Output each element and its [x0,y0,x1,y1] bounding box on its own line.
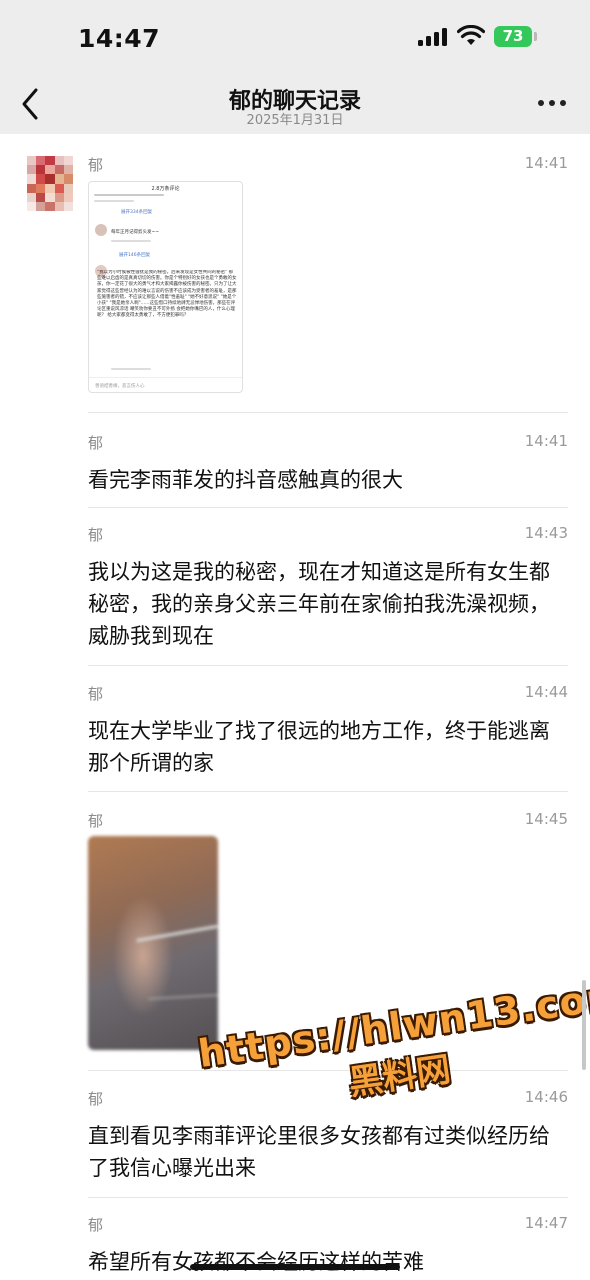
message-time: 14:43 [524,524,568,542]
divider [88,1197,568,1198]
sender-name: 郁 [88,812,104,830]
sender-name: 郁 [88,1216,104,1234]
scrollbar[interactable] [582,980,586,1070]
home-indicator[interactable] [190,1264,400,1270]
message-text: 直到看见李雨菲评论里很多女孩都有过类似经历给了我信心曝光出来 [88,1124,550,1180]
message-time: 14:47 [524,1214,568,1232]
message-text: 希望所有女孩都不会经历这样的苦难 [88,1250,424,1274]
message-header: 郁 14:41 [88,154,568,184]
status-time: 14:47 [78,24,161,53]
thumb-comment-1: 每年正月记得剪头发~~ [111,230,160,235]
thumb-expand-2: 展开146条回复 [119,253,151,258]
sender-name: 郁 [88,156,104,174]
message-time: 14:46 [524,1088,568,1106]
message-item[interactable]: 郁 14:43 我以为这是我的秘密，现在才知道这是所有女生都秘密，我的亲身父亲三… [88,524,568,650]
divider [88,507,568,508]
message-text: 现在大学毕业了找了很远的地方工作，终于能逃离那个所谓的家 [88,719,550,775]
wifi-icon [457,25,485,45]
message-item[interactable]: 郁 14:44 现在大学毕业了找了很远的地方工作，终于能逃离那个所谓的家 [88,683,568,777]
thumb-comment-2: "我以为小时候被性骚扰是我的秘密。后来发现是女性共同的秘密" 那些难以启齿的是真… [97,270,237,319]
message-time: 14:41 [524,432,568,450]
thumb-expand-1: 展开334条回复 [121,210,153,215]
divider [88,412,568,413]
divider [88,665,568,666]
avatar[interactable] [27,156,73,211]
sender-name: 郁 [88,685,104,703]
message-text: 看完李雨菲发的抖音感触真的很大 [88,468,403,492]
sender-name: 郁 [88,434,104,452]
thumb-input-placeholder: 善语结善缘，恶言伤人心 [89,377,242,392]
screenshot-image[interactable]: 2.8万条评论 展开334条回复 每年正月记得剪头发~~ 展开146条回复 "我… [88,181,243,393]
message-item[interactable]: 郁 14:41 看完李雨菲发的抖音感触真的很大 [88,432,568,492]
more-options-icon[interactable] [538,100,568,108]
top-bar: 14:47 73 郁的聊天记录 2025年1月31日 [0,0,590,134]
blurred-photo[interactable] [88,836,218,1050]
message-time: 14:44 [524,683,568,701]
thumb-header: 2.8万条评论 [151,186,180,192]
thumb-avatar [95,224,107,236]
battery-indicator: 73 [494,26,532,47]
sender-name: 郁 [88,526,104,544]
message-text: 我以为这是我的秘密，现在才知道这是所有女生都秘密，我的亲身父亲三年前在家偷拍我洗… [88,560,550,648]
cellular-signal-icon [418,28,450,46]
battery-tip [534,32,537,41]
divider [88,791,568,792]
sender-name: 郁 [88,1090,104,1108]
message-time: 14:45 [524,810,568,828]
message-time: 14:41 [524,154,568,172]
page-date: 2025年1月31日 [246,113,344,128]
